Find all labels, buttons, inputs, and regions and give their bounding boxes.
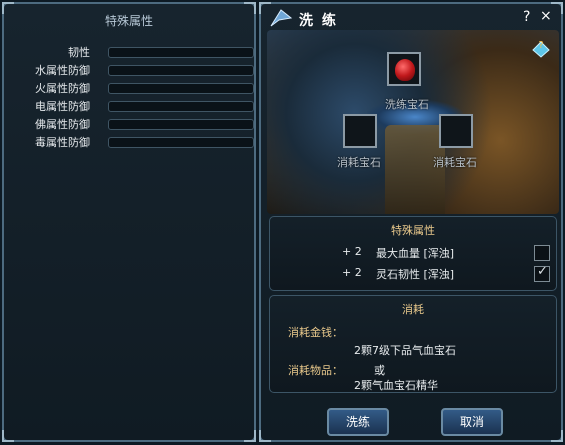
stat-label: 火属性防御 [35,82,90,95]
stat-value-bar [108,101,254,112]
consume-item-or: 或 [374,364,385,377]
money-cost-label: 消耗金钱： [288,326,343,339]
refine-gem-label: 洗练宝石 [385,98,429,111]
attribute-bonus: + 2 [342,266,362,279]
consumption-box: 消耗 消耗金钱： 2颗7级下品气血宝石 消耗物品： 或 2颗气血宝石精华 [269,295,557,393]
special-attributes-title: 特殊属性 [391,224,435,237]
stat-label: 佛属性防御 [35,118,90,131]
consume-gem-slot-left[interactable] [343,114,377,148]
frame-corner [244,430,256,442]
lock-checkbox[interactable] [534,245,550,261]
stat-value-bar [108,137,254,148]
attribute-bonus: + 2 [342,245,362,258]
lock-checkbox[interactable]: ✓ [534,264,550,282]
consume-gem-label: 消耗宝石 [337,156,381,169]
attribute-name: 灵石韧性 [浑浊] [376,268,455,281]
frame-corner [551,430,563,442]
stat-label: 韧性 [68,46,90,59]
attribute-row: + 2 最大血量 [浑浊] [334,245,550,261]
stat-label: 水属性防御 [35,64,90,77]
refine-scene-artwork: 洗练宝石 消耗宝石 消耗宝石 [267,30,559,214]
frame-corner [259,430,271,442]
stat-row: 韧性 [10,46,254,60]
question-crystal-icon[interactable]: ? [531,38,551,58]
attribute-name: 最大血量 [浑浊] [376,247,455,260]
consume-item-line1: 2颗7级下品气血宝石 [354,344,456,357]
crystal-emblem-icon [270,9,293,27]
refine-gem-slot[interactable] [387,52,421,86]
stat-row: 水属性防御 [10,64,254,78]
consume-gem-slot-right[interactable] [439,114,473,148]
item-cost-label: 消耗物品： [288,364,343,377]
consumption-title: 消耗 [402,303,424,316]
stat-label: 毒属性防御 [35,136,90,149]
svg-text:?: ? [538,40,543,51]
consume-gem-label: 消耗宝石 [433,156,477,169]
refine-button[interactable]: 洗练 [327,408,389,436]
cancel-button[interactable]: 取消 [441,408,503,436]
frame-corner [2,430,14,442]
panel-title: 特殊属性 [104,14,153,28]
stat-row: 佛属性防御 [10,118,254,132]
refine-dialog: 洗 练 ? × 洗练宝石 消耗宝石 消耗宝石 ? 特殊属性 + 2 最大血量 [… [259,2,563,442]
dialog-title: 洗 练 [299,13,338,29]
stat-row: 电属性防御 [10,100,254,114]
red-gem-icon [395,59,415,81]
help-icon[interactable]: ? [523,9,530,25]
close-icon[interactable]: × [540,8,552,24]
stat-row: 火属性防御 [10,82,254,96]
dialog-header: 洗 练 ? × [267,8,557,30]
attribute-row: + 2 灵石韧性 [浑浊] ✓ [334,264,550,282]
checkmark-icon: ✓ [537,264,548,279]
stat-value-bar [108,83,254,94]
stat-value-bar [108,119,254,130]
stat-row: 毒属性防御 [10,136,254,150]
special-attributes-box: 特殊属性 + 2 最大血量 [浑浊] + 2 灵石韧性 [浑浊] ✓ [269,216,557,291]
stat-label: 电属性防御 [35,100,90,113]
special-attributes-panel: 特殊属性 韧性 水属性防御 火属性防御 电属性防御 佛属性防御 毒属性防御 [2,2,256,442]
stat-value-bar [108,65,254,76]
consume-item-line2: 2颗气血宝石精华 [354,379,438,392]
stat-value-bar [108,47,254,58]
